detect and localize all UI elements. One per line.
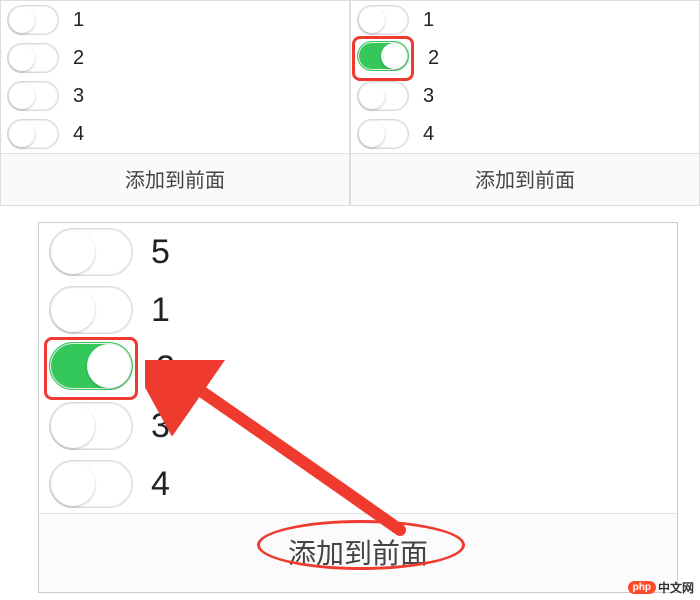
toggle-3[interactable]	[357, 81, 409, 111]
toggle-1[interactable]	[7, 5, 59, 35]
item-label: 2	[428, 47, 439, 70]
list-item: 3	[351, 77, 699, 115]
item-label: 3	[423, 85, 434, 108]
highlight-box	[44, 337, 138, 400]
toggle-2[interactable]	[357, 41, 409, 71]
list-item: 1	[351, 1, 699, 39]
toggle-3[interactable]	[49, 402, 133, 450]
add-to-front-button[interactable]: 添加到前面	[39, 513, 677, 592]
list-item: 5	[39, 223, 677, 281]
toggle-1[interactable]	[49, 286, 133, 334]
list-item: 1	[1, 1, 349, 39]
list-item: 2	[1, 39, 349, 77]
list-item: 2	[351, 39, 699, 77]
list-item: 4	[39, 455, 677, 513]
toggle-2[interactable]	[7, 43, 59, 73]
watermark-text: 中文网	[658, 579, 694, 596]
toggle-2[interactable]	[49, 342, 133, 390]
watermark-badge: php	[628, 581, 656, 594]
toggle-3[interactable]	[7, 81, 59, 111]
list-item: 3	[1, 77, 349, 115]
toggle-list: 1 2 3 4	[1, 1, 349, 153]
item-label: 1	[151, 291, 170, 330]
item-label: 4	[73, 123, 84, 146]
item-label: 3	[73, 85, 84, 108]
list-item: 1	[39, 281, 677, 339]
toggle-list: 5 1 2 3 4	[39, 223, 677, 513]
toggle-4[interactable]	[7, 119, 59, 149]
item-label: 2	[156, 349, 175, 388]
panel-top-right: 1 2 3 4 添加到前面	[350, 0, 700, 206]
list-item: 4	[1, 115, 349, 153]
watermark: php 中文网	[628, 579, 694, 596]
highlight-box	[352, 36, 414, 81]
list-item: 2	[39, 339, 677, 397]
item-label: 4	[423, 123, 434, 146]
item-label: 3	[151, 407, 170, 446]
item-label: 4	[151, 465, 170, 504]
list-item: 3	[39, 397, 677, 455]
toggle-4[interactable]	[49, 460, 133, 508]
panel-bottom: 5 1 2 3 4 添加到前面	[38, 222, 678, 593]
top-row: 1 2 3 4 添加到前面 1	[0, 0, 700, 206]
item-label: 5	[151, 233, 170, 272]
toggle-4[interactable]	[357, 119, 409, 149]
toggle-list: 1 2 3 4	[351, 1, 699, 153]
toggle-1[interactable]	[357, 5, 409, 35]
item-label: 1	[423, 9, 434, 32]
toggle-5[interactable]	[49, 228, 133, 276]
panel-top-left: 1 2 3 4 添加到前面	[0, 0, 350, 206]
add-to-front-button[interactable]: 添加到前面	[1, 153, 349, 205]
button-label: 添加到前面	[288, 538, 428, 569]
item-label: 2	[73, 47, 84, 70]
list-item: 4	[351, 115, 699, 153]
item-label: 1	[73, 9, 84, 32]
add-to-front-button[interactable]: 添加到前面	[351, 153, 699, 205]
